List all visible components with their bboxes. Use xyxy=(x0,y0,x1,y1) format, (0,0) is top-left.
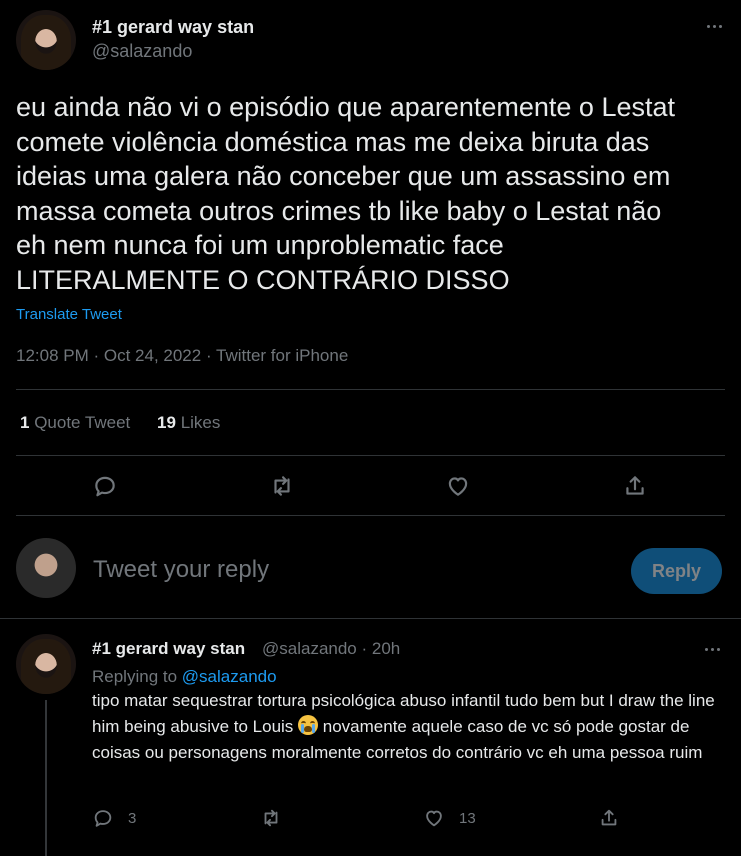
author-display-name[interactable]: #1 gerard way stan xyxy=(92,17,254,38)
quote-count[interactable]: 1 xyxy=(20,413,29,432)
tweet-timestamp[interactable]: 12:08 PM · Oct 24, 2022 · Twitter for iP… xyxy=(16,346,348,366)
share-icon[interactable] xyxy=(622,473,648,499)
thread-line xyxy=(45,700,47,856)
retweet-icon[interactable] xyxy=(269,473,295,499)
tweet-text: eu ainda não vi o episódio que aparentem… xyxy=(16,92,675,295)
replying-prefix: Replying to xyxy=(92,667,178,686)
translate-tweet-link[interactable]: Translate Tweet xyxy=(16,306,122,323)
reply-author-handle[interactable]: @salazando · 20h xyxy=(262,639,400,659)
retweet-action[interactable] xyxy=(260,806,296,830)
reply-action[interactable]: 3 xyxy=(92,806,136,830)
author-handle[interactable]: @salazando xyxy=(92,41,192,62)
divider xyxy=(16,455,725,456)
reply-author-avatar[interactable] xyxy=(16,634,76,694)
tweet-actions xyxy=(16,468,725,504)
loudly-crying-face-emoji xyxy=(298,715,319,735)
divider xyxy=(0,618,741,619)
current-user-avatar xyxy=(16,538,76,598)
quote-label[interactable]: Quote Tweet xyxy=(34,413,130,432)
heart-icon[interactable] xyxy=(445,473,471,499)
reply-icon[interactable] xyxy=(92,807,114,829)
divider xyxy=(16,515,725,516)
reply-author-name[interactable]: #1 gerard way stan xyxy=(92,639,245,659)
share-action[interactable] xyxy=(598,806,634,830)
reply-button[interactable]: Reply xyxy=(631,548,722,594)
author-avatar[interactable] xyxy=(16,10,76,70)
likes-label[interactable]: Likes xyxy=(181,413,221,432)
heart-icon[interactable] xyxy=(423,807,445,829)
replying-to: Replying to @salazando xyxy=(92,667,277,687)
reply-icon[interactable] xyxy=(92,473,118,499)
main-tweet-header: #1 gerard way stan @salazando xyxy=(16,10,725,72)
likes-count[interactable]: 19 xyxy=(157,413,176,432)
reply-count: 3 xyxy=(128,809,137,827)
retweet-icon[interactable] xyxy=(260,807,282,829)
like-action[interactable]: 13 xyxy=(423,806,476,830)
reply-input[interactable]: Tweet your reply xyxy=(93,556,269,584)
reply-tweet-actions: 3 13 xyxy=(92,806,722,832)
more-icon[interactable] xyxy=(700,637,724,661)
more-icon[interactable] xyxy=(702,14,726,38)
like-count: 13 xyxy=(459,809,476,827)
tweet-stats: 1 Quote Tweet 19 Likes xyxy=(20,413,242,433)
reply-tweet-text: tipo matar sequestrar tortura psicológic… xyxy=(92,688,722,766)
share-icon[interactable] xyxy=(598,807,620,829)
replying-handle-link[interactable]: @salazando xyxy=(182,667,277,686)
divider xyxy=(16,389,725,390)
